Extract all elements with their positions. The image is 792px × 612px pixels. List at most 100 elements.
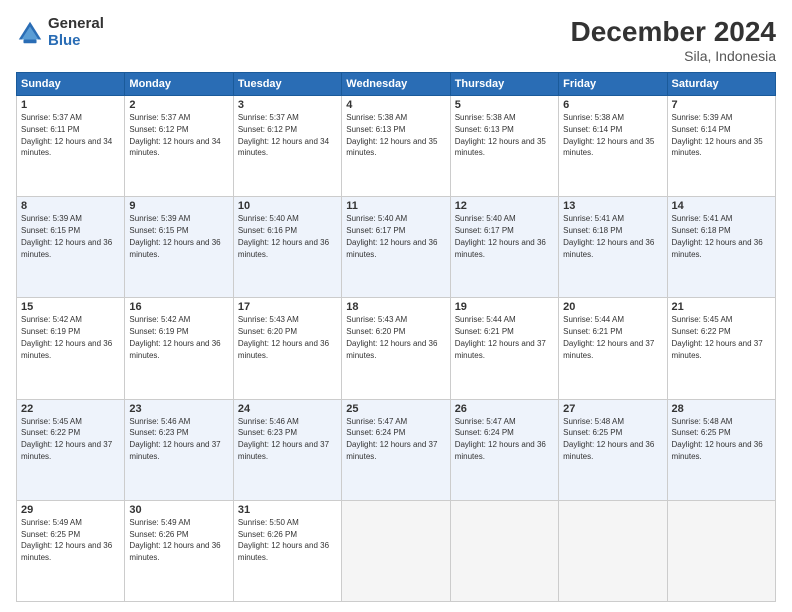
day-info: Sunrise: 5:43 AMSunset: 6:20 PMDaylight:… <box>238 315 329 359</box>
list-item: 7 Sunrise: 5:39 AMSunset: 6:14 PMDaylight… <box>667 96 775 197</box>
calendar-table: Sunday Monday Tuesday Wednesday Thursday… <box>16 72 776 602</box>
table-row: 22Sunrise: 5:45 AMSunset: 6:22 PMDayligh… <box>17 399 776 500</box>
day-info: Sunrise: 5:40 AMSunset: 6:17 PMDaylight:… <box>455 214 546 258</box>
day-number: 1 <box>21 99 120 111</box>
day-number: 10 <box>238 200 337 212</box>
col-wednesday: Wednesday <box>342 73 450 96</box>
day-info: Sunrise: 5:37 AMSunset: 6:12 PMDaylight:… <box>238 113 329 157</box>
day-number: 25 <box>346 403 445 415</box>
table-row: 15 Sunrise: 5:42 AMSunset: 6:19 PMDayligh… <box>17 298 776 399</box>
table-row: 1 Sunrise: 5:37 AMSunset: 6:11 PMDaylight… <box>17 96 776 197</box>
list-item: 29Sunrise: 5:49 AMSunset: 6:25 PMDayligh… <box>17 500 125 601</box>
day-number: 30 <box>129 504 228 516</box>
day-info: Sunrise: 5:46 AMSunset: 6:23 PMDaylight:… <box>129 417 220 461</box>
day-info: Sunrise: 5:43 AMSunset: 6:20 PMDaylight:… <box>346 315 437 359</box>
calendar-page: General Blue December 2024 Sila, Indones… <box>0 0 792 612</box>
day-info: Sunrise: 5:49 AMSunset: 6:25 PMDaylight:… <box>21 518 112 562</box>
day-info: Sunrise: 5:38 AMSunset: 6:13 PMDaylight:… <box>346 113 437 157</box>
day-info: Sunrise: 5:44 AMSunset: 6:21 PMDaylight:… <box>563 315 654 359</box>
col-monday: Monday <box>125 73 233 96</box>
day-info: Sunrise: 5:37 AMSunset: 6:11 PMDaylight:… <box>21 113 112 157</box>
list-item: 20 Sunrise: 5:44 AMSunset: 6:21 PMDayligh… <box>559 298 667 399</box>
list-item: 27Sunrise: 5:48 AMSunset: 6:25 PMDayligh… <box>559 399 667 500</box>
day-number: 28 <box>672 403 771 415</box>
logo-icon <box>16 19 44 47</box>
list-item: 26Sunrise: 5:47 AMSunset: 6:24 PMDayligh… <box>450 399 558 500</box>
day-info: Sunrise: 5:48 AMSunset: 6:25 PMDaylight:… <box>563 417 654 461</box>
list-item <box>559 500 667 601</box>
list-item <box>667 500 775 601</box>
day-info: Sunrise: 5:45 AMSunset: 6:22 PMDaylight:… <box>21 417 112 461</box>
list-item: 25 Sunrise: 5:47 AMSunset: 6:24 PMDayligh… <box>342 399 450 500</box>
day-number: 24 <box>238 403 337 415</box>
table-row: 8 Sunrise: 5:39 AMSunset: 6:15 PMDaylight… <box>17 197 776 298</box>
day-info: Sunrise: 5:39 AMSunset: 6:14 PMDaylight:… <box>672 113 763 157</box>
day-info: Sunrise: 5:42 AMSunset: 6:19 PMDaylight:… <box>129 315 220 359</box>
col-tuesday: Tuesday <box>233 73 341 96</box>
list-item: 13 Sunrise: 5:41 AMSunset: 6:18 PMDayligh… <box>559 197 667 298</box>
list-item: 14 Sunrise: 5:41 AMSunset: 6:18 PMDayligh… <box>667 197 775 298</box>
day-number: 3 <box>238 99 337 111</box>
list-item: 19Sunrise: 5:44 AMSunset: 6:21 PMDayligh… <box>450 298 558 399</box>
header: General Blue December 2024 Sila, Indones… <box>16 16 776 64</box>
day-number: 23 <box>129 403 228 415</box>
day-number: 13 <box>563 200 662 212</box>
title-block: December 2024 Sila, Indonesia <box>571 16 776 64</box>
logo-blue: Blue <box>48 33 104 50</box>
day-info: Sunrise: 5:48 AMSunset: 6:25 PMDaylight:… <box>672 417 763 461</box>
list-item: 8 Sunrise: 5:39 AMSunset: 6:15 PMDaylight… <box>17 197 125 298</box>
logo-general: General <box>48 16 104 33</box>
list-item <box>342 500 450 601</box>
list-item: 18 Sunrise: 5:43 AMSunset: 6:20 PMDayligh… <box>342 298 450 399</box>
day-number: 17 <box>238 301 337 313</box>
day-number: 11 <box>346 200 445 212</box>
day-number: 26 <box>455 403 554 415</box>
title-month-year: December 2024 <box>571 16 776 48</box>
day-number: 7 <box>672 99 771 111</box>
day-number: 2 <box>129 99 228 111</box>
day-info: Sunrise: 5:46 AMSunset: 6:23 PMDaylight:… <box>238 417 329 461</box>
list-item: 16Sunrise: 5:42 AMSunset: 6:19 PMDayligh… <box>125 298 233 399</box>
day-number: 19 <box>455 301 554 313</box>
day-number: 5 <box>455 99 554 111</box>
header-row: Sunday Monday Tuesday Wednesday Thursday… <box>17 73 776 96</box>
day-info: Sunrise: 5:47 AMSunset: 6:24 PMDaylight:… <box>346 417 437 461</box>
day-info: Sunrise: 5:38 AMSunset: 6:13 PMDaylight:… <box>455 113 546 157</box>
day-info: Sunrise: 5:40 AMSunset: 6:16 PMDaylight:… <box>238 214 329 258</box>
day-info: Sunrise: 5:41 AMSunset: 6:18 PMDaylight:… <box>672 214 763 258</box>
col-thursday: Thursday <box>450 73 558 96</box>
list-item: 24 Sunrise: 5:46 AMSunset: 6:23 PMDayligh… <box>233 399 341 500</box>
list-item: 12 Sunrise: 5:40 AMSunset: 6:17 PMDayligh… <box>450 197 558 298</box>
list-item: 10 Sunrise: 5:40 AMSunset: 6:16 PMDayligh… <box>233 197 341 298</box>
day-number: 20 <box>563 301 662 313</box>
day-number: 8 <box>21 200 120 212</box>
table-row: 29Sunrise: 5:49 AMSunset: 6:25 PMDayligh… <box>17 500 776 601</box>
day-number: 12 <box>455 200 554 212</box>
day-info: Sunrise: 5:45 AMSunset: 6:22 PMDaylight:… <box>672 315 763 359</box>
list-item: 11 Sunrise: 5:40 AMSunset: 6:17 PMDayligh… <box>342 197 450 298</box>
list-item: 15 Sunrise: 5:42 AMSunset: 6:19 PMDayligh… <box>17 298 125 399</box>
day-info: Sunrise: 5:40 AMSunset: 6:17 PMDaylight:… <box>346 214 437 258</box>
day-info: Sunrise: 5:42 AMSunset: 6:19 PMDaylight:… <box>21 315 112 359</box>
day-info: Sunrise: 5:39 AMSunset: 6:15 PMDaylight:… <box>129 214 220 258</box>
col-saturday: Saturday <box>667 73 775 96</box>
logo: General Blue <box>16 16 104 49</box>
day-info: Sunrise: 5:39 AMSunset: 6:15 PMDaylight:… <box>21 214 112 258</box>
day-number: 15 <box>21 301 120 313</box>
list-item: 9 Sunrise: 5:39 AMSunset: 6:15 PMDaylight… <box>125 197 233 298</box>
title-location: Sila, Indonesia <box>571 48 776 64</box>
day-number: 9 <box>129 200 228 212</box>
day-info: Sunrise: 5:41 AMSunset: 6:18 PMDaylight:… <box>563 214 654 258</box>
list-item: 17 Sunrise: 5:43 AMSunset: 6:20 PMDayligh… <box>233 298 341 399</box>
list-item: 5 Sunrise: 5:38 AMSunset: 6:13 PMDaylight… <box>450 96 558 197</box>
day-number: 4 <box>346 99 445 111</box>
list-item: 21 Sunrise: 5:45 AMSunset: 6:22 PMDayligh… <box>667 298 775 399</box>
day-number: 21 <box>672 301 771 313</box>
day-number: 14 <box>672 200 771 212</box>
list-item: 31Sunrise: 5:50 AMSunset: 6:26 PMDayligh… <box>233 500 341 601</box>
list-item: 2Sunrise: 5:37 AMSunset: 6:12 PMDaylight… <box>125 96 233 197</box>
day-number: 31 <box>238 504 337 516</box>
day-number: 18 <box>346 301 445 313</box>
day-info: Sunrise: 5:49 AMSunset: 6:26 PMDaylight:… <box>129 518 220 562</box>
day-info: Sunrise: 5:38 AMSunset: 6:14 PMDaylight:… <box>563 113 654 157</box>
